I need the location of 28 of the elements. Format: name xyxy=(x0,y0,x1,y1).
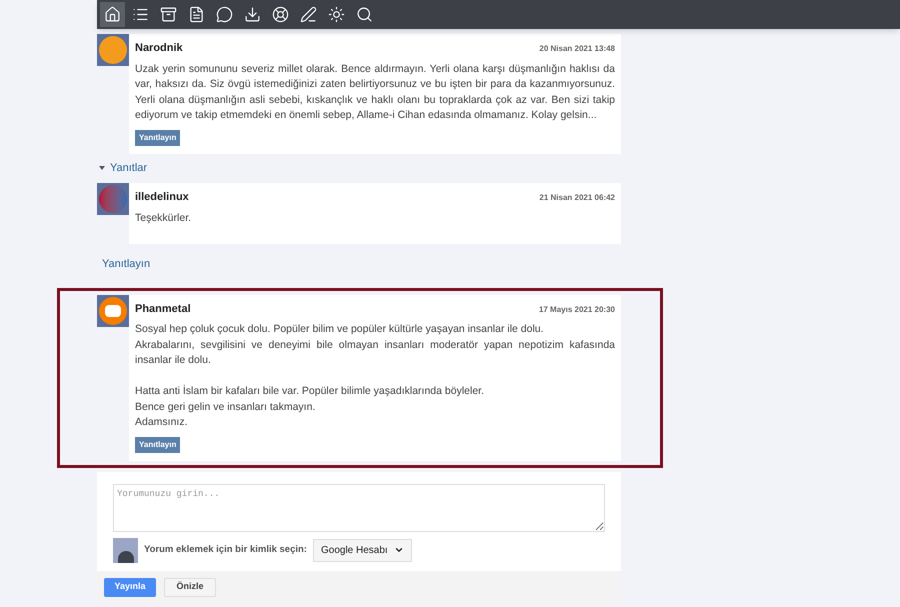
comment-date: 21 Nisan 2021 06:42 xyxy=(539,192,615,204)
replies-toggle[interactable]: Yanıtlar xyxy=(99,160,148,176)
comment-date: 17 Mayıs 2021 20:30 xyxy=(538,304,615,316)
comment-field[interactable]: Yorumunuzu girin... xyxy=(113,484,605,532)
comment-text: Hatta anti İslam bir kafaları bile var. Popüler bilimle yaşadıklarında böyleler. xyxy=(135,384,486,399)
caret-icon xyxy=(99,166,105,170)
reply-button[interactable]: Yanıtlayın xyxy=(135,130,180,146)
comment-text: Adamsınız. xyxy=(135,415,189,430)
identity-select[interactable]: Google Hesabı xyxy=(312,538,412,562)
comment-text: Teşekkürler. xyxy=(135,210,192,226)
comment-text: Sosyal hep çoluk çocuk dolu. Popüler bilim ve popüler kültürle yaşayan insanlar ile dolu. xyxy=(135,322,545,337)
identity-label: Yorum eklemek için bir kimlik seçin: xyxy=(144,542,307,557)
comment-author: illedelinux xyxy=(135,190,189,205)
preview-button[interactable]: Önizle xyxy=(164,578,216,596)
comment-text: Akrabalarını, sevgilisini ve deneyimi bile olmayan insanları moderatör yapan nepotizim kafasında insanlar ile dolu. xyxy=(135,338,615,368)
avatar xyxy=(97,34,129,66)
home-icon[interactable] xyxy=(100,2,125,27)
reply-link[interactable]: Yanıtlayın xyxy=(102,256,150,272)
comment-date: 20 Nisan 2021 13:48 xyxy=(539,43,615,55)
avatar xyxy=(97,183,129,215)
comment-text: Uzak yerin somununu severiz millet olarak. Bence aldırmayın. Yerli olana karşı düşmanlığın haklısı da var, haksızı da. Siz övgü istemediğinizi zaten belirtiyorsunuz ve bu işten bir para da kazanmıyorsunuz. Yerli olana düşmanlığın asli sebebi, kıskançlık ve haklı olanı bu topraklarda çok az var. Ben sizi takip ediyorum ve takip etmemdeki en önemli sebep, Allame-i Cihan edasında olmamanız. Kolay gelsin... xyxy=(135,62,615,123)
comment-text: Bence geri gelin ve insanları takmayın. xyxy=(135,400,316,414)
comment-author: Phanmetal xyxy=(135,302,191,316)
comment-author: Narodnik xyxy=(135,41,183,56)
chevron-icon xyxy=(394,545,404,555)
avatar-silhouette-icon xyxy=(113,538,138,562)
publish-button[interactable]: Yayınla xyxy=(104,578,156,596)
reply-button[interactable]: Yanıtlayın xyxy=(135,436,180,452)
